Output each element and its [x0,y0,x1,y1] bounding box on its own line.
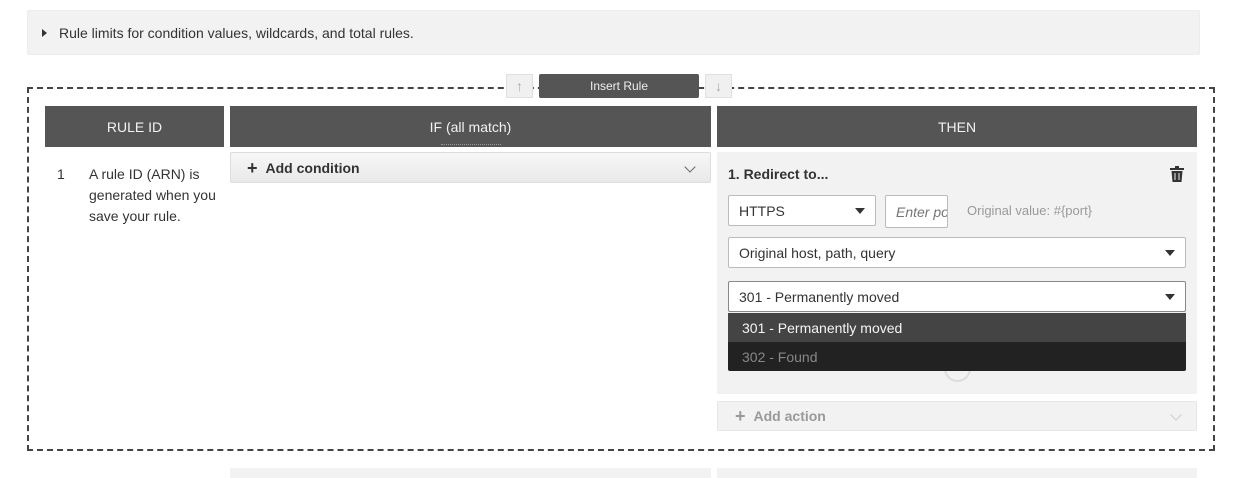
chevron-down-icon [1170,409,1182,421]
arrow-down-icon: ↓ [715,78,722,94]
header-divider [440,144,501,145]
rule-limits-toggle[interactable]: Rule limits for condition values, wildca… [27,10,1200,55]
destination-select[interactable]: Original host, path, query [728,237,1186,268]
status-code-value: 301 - Permanently moved [739,288,900,305]
insert-rule-bar: ↑ Insert Rule ↓ [506,74,732,98]
status-option-301[interactable]: 301 - Permanently moved [728,313,1186,342]
destination-value: Original host, path, query [739,244,896,261]
status-code-select[interactable]: 301 - Permanently moved [728,281,1186,312]
move-rule-down-button[interactable]: ↓ [705,74,732,98]
plus-icon: + [735,406,746,426]
add-condition-label: Add condition [265,159,360,176]
action-title: 1. Redirect to... [728,166,829,182]
status-option-302[interactable]: 302 - Found [728,342,1186,371]
add-action-label: Add action [753,408,826,424]
rule-number: 1 [57,166,65,182]
column-header-if-label: IF (all match) [429,118,512,135]
next-rule-if-column [230,468,711,478]
status-code-dropdown: 301 - Permanently moved 302 - Found [728,313,1186,371]
add-action-button[interactable]: + Add action [717,401,1197,431]
dropdown-triangle-icon [1165,250,1175,256]
move-rule-up-button[interactable]: ↑ [506,74,533,98]
trash-icon[interactable] [1170,166,1184,182]
rule-limits-label: Rule limits for condition values, wildca… [59,24,414,41]
protocol-select[interactable]: HTTPS [728,195,876,226]
arrow-up-icon: ↑ [516,78,523,94]
dropdown-triangle-icon [855,208,865,214]
dropdown-triangle-icon [1165,294,1175,300]
plus-icon: + [247,157,258,178]
column-header-if: IF (all match) [230,106,711,147]
insert-rule-button[interactable]: Insert Rule [539,74,699,98]
column-header-rule-id: RULE ID [45,106,224,147]
add-condition-button[interactable]: + Add condition [230,152,711,183]
original-port-hint: Original value: #{port} [967,203,1093,218]
caret-right-icon [42,28,47,37]
next-rule-then-column [717,468,1197,478]
protocol-value: HTTPS [739,202,785,219]
rule-id-description: A rule ID (ARN) is generated when you sa… [89,166,216,224]
chevron-down-icon [684,161,696,173]
column-header-then: THEN [717,106,1197,147]
port-input[interactable] [885,195,948,228]
